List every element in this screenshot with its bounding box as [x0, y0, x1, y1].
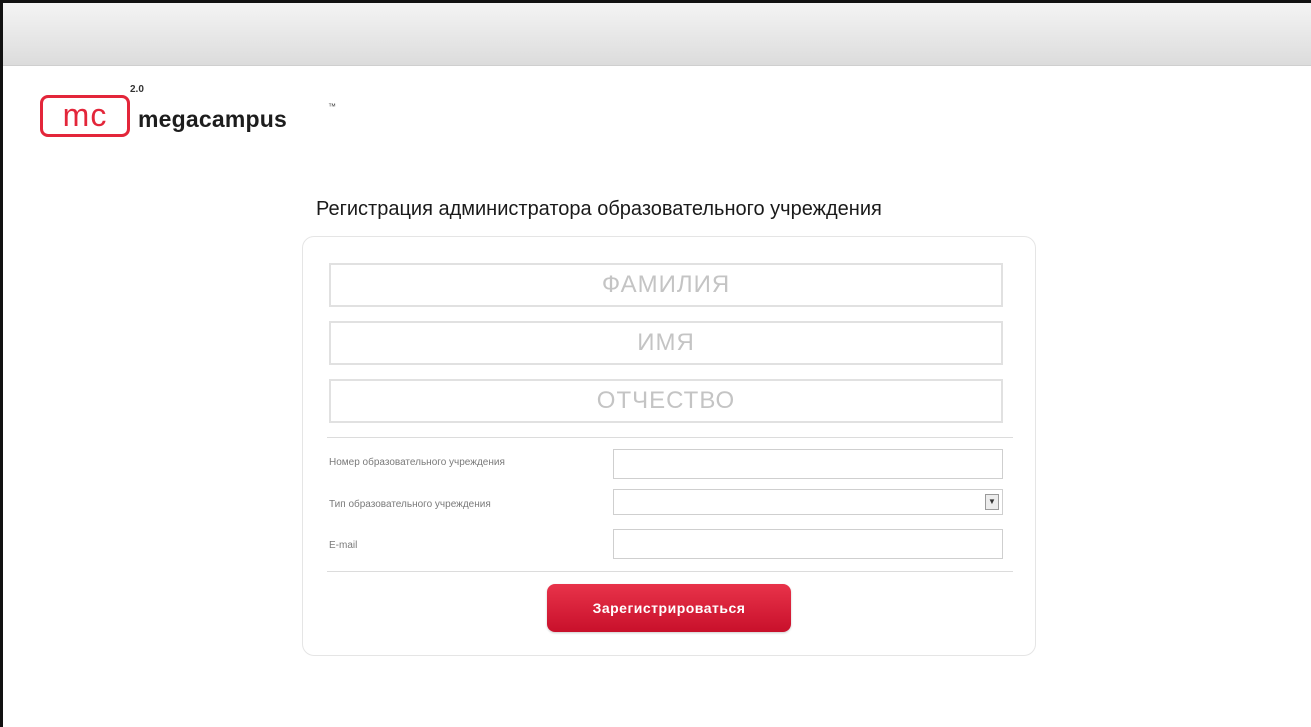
register-button[interactable]: Зарегистрироваться [547, 584, 791, 632]
logo-wordmark: megacampus [138, 106, 288, 132]
megacampus-logo[interactable]: mc 2.0 megacampus ™ [40, 84, 360, 144]
institution-number-label: Номер образовательного учреждения [329, 457, 505, 468]
institution-type-select[interactable]: ▼ [613, 489, 1003, 515]
middle-name-input[interactable] [329, 379, 1003, 423]
browser-toolbar [3, 3, 1311, 66]
registration-form: Номер образовательного учреждения Тип об… [302, 236, 1036, 656]
logo-version: 2.0 [130, 84, 144, 95]
form-divider [327, 437, 1013, 438]
logo-mark: mc [40, 95, 130, 137]
email-label: E-mail [329, 540, 358, 551]
form-divider [327, 571, 1013, 572]
last-name-input[interactable] [329, 263, 1003, 307]
logo-trademark: ™ [328, 102, 336, 111]
chevron-down-icon[interactable]: ▼ [985, 494, 999, 510]
email-input[interactable] [613, 529, 1003, 559]
institution-number-input[interactable] [613, 449, 1003, 479]
page-title: Регистрация администратора образовательн… [316, 198, 882, 220]
first-name-input[interactable] [329, 321, 1003, 365]
institution-type-label: Тип образовательного учреждения [329, 499, 491, 510]
